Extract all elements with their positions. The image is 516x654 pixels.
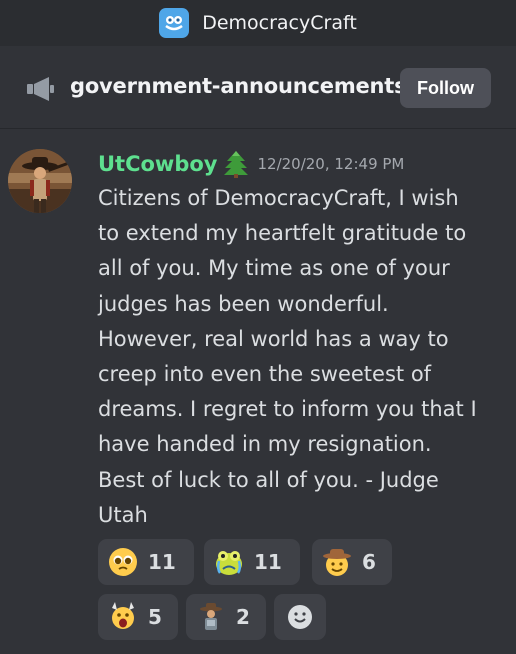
reaction-screaming-face[interactable]: 5 xyxy=(98,594,178,640)
reaction-count: 5 xyxy=(148,605,162,629)
reaction-count: 6 xyxy=(362,550,376,574)
avatar[interactable] xyxy=(8,149,72,213)
server-name[interactable]: DemocracyCraft xyxy=(202,12,357,34)
reaction-pleading-face[interactable]: 11 xyxy=(98,539,194,585)
screaming-face-icon xyxy=(108,602,138,632)
cowboy-character-icon xyxy=(196,602,226,632)
message-header: UtCowboy 12/20/20, 12:49 PM xyxy=(98,149,404,179)
reaction-cowboy-face[interactable]: 6 xyxy=(312,539,392,585)
reaction-count: 11 xyxy=(254,550,282,574)
megaphone-icon xyxy=(27,77,54,101)
reaction-crying-emoji[interactable]: 11 xyxy=(204,539,300,585)
pleading-face-icon xyxy=(108,547,138,577)
reaction-count: 2 xyxy=(236,605,250,629)
add-reaction-button[interactable] xyxy=(274,594,326,640)
server-header: DemocracyCraft xyxy=(0,0,516,46)
add-reaction-smiley-icon xyxy=(288,605,312,629)
reaction-count: 11 xyxy=(148,550,176,574)
message-text: Citizens of DemocracyCraft, I wish to ex… xyxy=(98,186,477,527)
cowboy-face-icon xyxy=(322,547,352,577)
channel-header: government-announcements Follow xyxy=(0,46,516,129)
timestamp: 12/20/20, 12:49 PM xyxy=(257,155,405,173)
crying-emoji-icon xyxy=(214,547,244,577)
reaction-cowboy-character[interactable]: 2 xyxy=(186,594,266,640)
follow-button[interactable]: Follow xyxy=(400,68,491,108)
server-logo-icon[interactable] xyxy=(159,8,190,38)
channel-name: government-announcements xyxy=(70,74,407,98)
username[interactable]: UtCowboy xyxy=(98,152,217,176)
pine-tree-icon xyxy=(224,151,249,178)
